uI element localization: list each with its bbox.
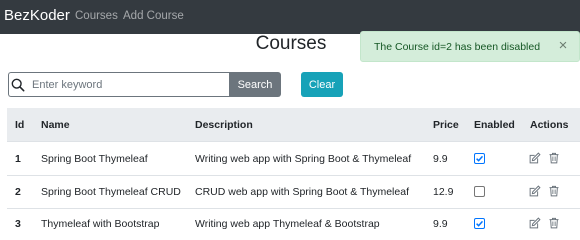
cell-description: Writing web app Thymeleaf & Bootstrap	[195, 218, 380, 230]
cell-price: 9.9	[433, 153, 448, 165]
column-header-description: Description	[195, 119, 253, 131]
column-header-price: Price	[433, 119, 459, 131]
search-button[interactable]: Search	[229, 72, 281, 97]
enabled-checkbox[interactable]	[474, 218, 485, 229]
edit-icon[interactable]	[529, 152, 541, 164]
cell-price: 9.9	[433, 218, 448, 230]
enabled-checkbox[interactable]	[474, 186, 485, 197]
brand-logo[interactable]: BezKoder	[4, 7, 70, 24]
row-divider	[7, 141, 580, 142]
trash-icon[interactable]	[548, 185, 560, 197]
success-alert: The Course id=2 has been disabled	[360, 31, 580, 62]
alert-message: The Course id=2 has been disabled	[374, 41, 541, 53]
edit-icon[interactable]	[529, 185, 541, 197]
nav-link-courses[interactable]: Courses	[75, 10, 118, 22]
navbar: BezKoder Courses Add Course	[0, 0, 580, 34]
edit-icon[interactable]	[529, 217, 541, 229]
clear-button[interactable]: Clear	[301, 72, 343, 97]
cell-name: Thymeleaf with Bootstrap	[41, 218, 160, 230]
column-header-enabled: Enabled	[474, 119, 515, 131]
row-divider	[7, 175, 580, 176]
enabled-checkbox[interactable]	[474, 153, 485, 164]
cell-id: 3	[15, 218, 21, 230]
search-icon	[11, 78, 25, 92]
alert-close-button[interactable]: ×	[556, 38, 570, 54]
cell-price: 12.9	[433, 186, 454, 198]
trash-icon[interactable]	[548, 152, 560, 164]
cell-description: Writing web app with Spring Boot & Thyme…	[195, 153, 412, 165]
row-divider	[7, 208, 580, 209]
cell-description: CRUD web app with Spring Boot & Thymelea…	[195, 186, 409, 198]
nav-link-add-course[interactable]: Add Course	[123, 10, 184, 22]
column-header-name: Name	[41, 119, 70, 131]
cell-name: Spring Boot Thymeleaf	[41, 153, 148, 165]
column-header-id: Id	[15, 119, 25, 131]
trash-icon[interactable]	[548, 217, 560, 229]
search-input[interactable]	[32, 74, 224, 95]
column-header-actions: Actions	[530, 119, 569, 131]
cell-id: 1	[15, 153, 21, 165]
cell-id: 2	[15, 186, 21, 198]
cell-name: Spring Boot Thymeleaf CRUD	[41, 186, 181, 198]
